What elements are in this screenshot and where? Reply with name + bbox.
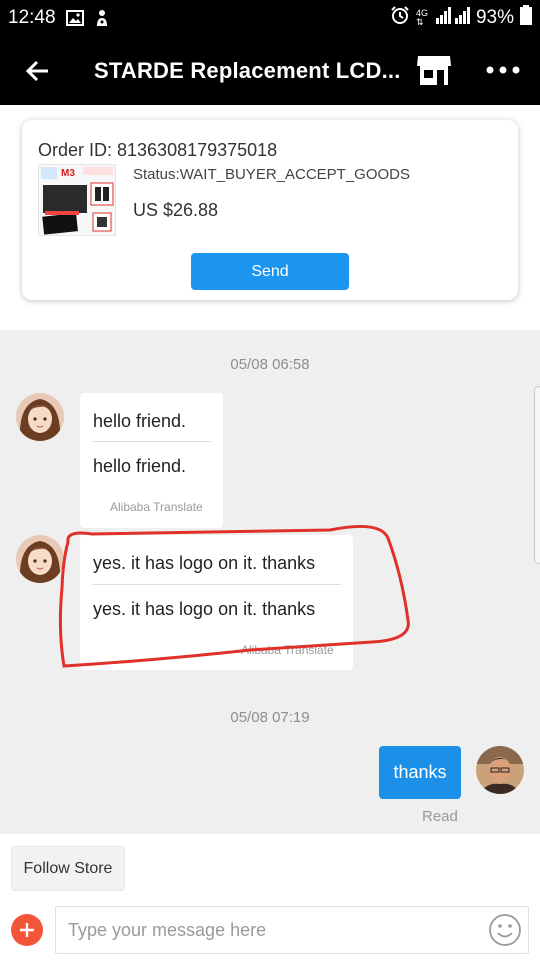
follow-store-button[interactable]: Follow Store	[11, 846, 125, 891]
scroll-handle[interactable]	[534, 386, 540, 564]
message-text: hello friend.	[93, 411, 187, 431]
plus-icon	[20, 923, 34, 937]
user-avatar[interactable]	[476, 746, 524, 794]
more-options-button[interactable]	[478, 52, 528, 88]
seller-avatar[interactable]	[16, 535, 64, 583]
divider	[92, 584, 341, 585]
incoming-message[interactable]: yes. it has logo on it. thanks yes. it h…	[80, 535, 353, 670]
battery-percent: 93%	[475, 7, 514, 28]
status-time: 12:48	[8, 7, 56, 28]
network-arrows: ⇅	[415, 17, 424, 27]
image-icon	[65, 10, 84, 26]
message-text: yes. it has logo on it. thanks	[93, 553, 316, 573]
order-status: Status:WAIT_BUYER_ACCEPT_GOODS	[133, 166, 411, 183]
timestamp: 05/08 07:19	[230, 709, 310, 726]
emoji-button[interactable]	[488, 913, 522, 947]
order-id: Order ID: 8136308179375018	[38, 140, 278, 160]
arrow-left-icon	[25, 60, 48, 81]
smiley-icon	[489, 914, 521, 946]
status-right: 4G ⇅ 93%	[390, 5, 532, 31]
store-icon	[417, 56, 451, 85]
battery-icon	[520, 5, 532, 31]
divider	[92, 441, 211, 442]
order-card[interactable]: Order ID: 8136308179375018 M3 Status:WAI…	[22, 120, 518, 300]
signal-icon	[435, 6, 470, 30]
read-receipt: Read	[422, 808, 458, 825]
network-type: 4G ⇅	[415, 8, 428, 27]
order-price: US $26.88	[133, 200, 219, 220]
timestamp: 05/08 06:58	[230, 356, 310, 373]
status-bar: 12:48 4G ⇅ 93%	[0, 0, 540, 36]
translated-text: hello friend.	[93, 456, 187, 476]
order-area: Order ID: 8136308179375018 M3 Status:WAI…	[0, 105, 540, 330]
app-bar: STARDE Replacement LCD...	[0, 36, 540, 105]
thumb-text: M3	[61, 168, 75, 179]
translated-text: yes. it has logo on it. thanks	[93, 599, 316, 619]
send-order-button[interactable]: Send	[191, 253, 349, 290]
translator-label: Alibaba Translate	[241, 643, 334, 657]
page-title: STARDE Replacement LCD...	[94, 57, 401, 83]
chat-area[interactable]: 05/08 06:58 hello friend. hello friend. …	[0, 330, 540, 834]
translator-label: Alibaba Translate	[110, 500, 203, 514]
message-input-box[interactable]	[55, 906, 529, 954]
message-input[interactable]	[68, 915, 478, 945]
product-thumbnail[interactable]: M3	[38, 164, 116, 236]
back-button[interactable]	[0, 36, 74, 105]
attach-button[interactable]	[11, 914, 43, 946]
more-dots-icon	[486, 66, 520, 74]
notification-icon	[94, 9, 110, 27]
composer-area: Follow Store	[0, 834, 540, 960]
outgoing-message[interactable]: thanks	[379, 746, 461, 799]
incoming-message[interactable]: hello friend. hello friend. Alibaba Tran…	[80, 393, 223, 528]
seller-avatar[interactable]	[16, 393, 64, 441]
alarm-icon	[390, 5, 410, 31]
store-button[interactable]	[414, 50, 454, 90]
